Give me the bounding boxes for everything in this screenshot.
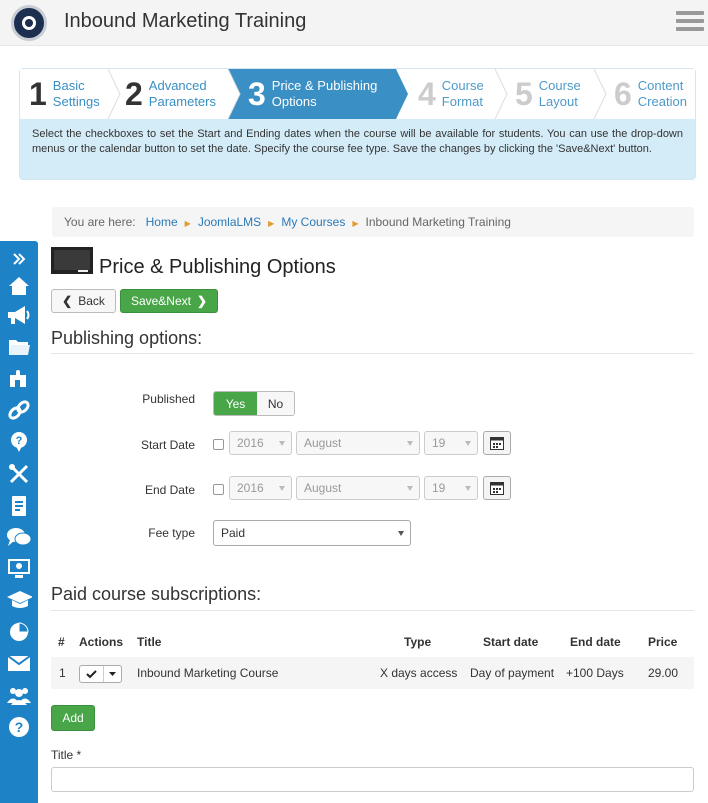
breadcrumb-arrow-icon: ▶ — [268, 219, 275, 228]
help-bubble-icon[interactable]: ? — [6, 430, 32, 454]
monitor-icon[interactable] — [6, 557, 32, 581]
breadcrumb-joomlalms[interactable]: JoomlaLMS — [198, 215, 261, 229]
col-title: Title — [137, 635, 162, 649]
start-date-checkbox[interactable] — [213, 439, 224, 450]
start-month-select[interactable]: August — [296, 431, 420, 455]
col-price: Price — [648, 635, 678, 649]
breadcrumb-arrow-icon: ▶ — [352, 219, 359, 228]
wizard-panel: 1 Basic Settings 2 Advanced Parameters 3 P… — [19, 68, 696, 180]
breadcrumb-arrow-icon: ▶ — [184, 219, 191, 228]
title-field-label: Title * — [51, 748, 82, 762]
title-input[interactable] — [51, 767, 694, 792]
breadcrumb-home[interactable]: Home — [146, 215, 178, 229]
link-icon[interactable] — [6, 398, 32, 422]
published-label: Published — [142, 392, 195, 406]
pie-chart-icon[interactable] — [6, 620, 32, 644]
row-price: 29.00 — [648, 666, 679, 680]
end-year-select[interactable]: 2016 — [229, 476, 292, 500]
calendar-icon — [490, 436, 504, 450]
col-start-date: Start date — [483, 635, 539, 649]
chevron-left-icon: ❮ — [62, 294, 73, 308]
start-calendar-button[interactable] — [483, 431, 511, 455]
document-icon[interactable] — [6, 494, 32, 518]
folder-icon[interactable] — [6, 335, 32, 359]
question-icon[interactable]: ? — [6, 715, 32, 739]
fee-type-label: Fee type — [148, 526, 195, 540]
start-date-label: Start Date — [140, 438, 195, 452]
row-end: +100 Days — [566, 666, 624, 680]
megaphone-icon[interactable] — [6, 303, 32, 327]
end-month-select[interactable]: August — [296, 476, 420, 500]
breadcrumb: You are here: Home ▶ JoomlaLMS ▶ My Courses ▶… — [52, 207, 694, 237]
wizard-separators — [107, 69, 607, 119]
publishing-section-title: Publishing options: — [51, 328, 203, 348]
chevron-right-icon: ❯ — [196, 294, 208, 308]
col-type: Type — [404, 635, 432, 649]
published-no-button[interactable]: No — [257, 392, 294, 415]
caret-down-icon[interactable] — [104, 666, 121, 682]
row-actions-button[interactable] — [79, 665, 122, 683]
wizard-steps: 1 Basic Settings 2 Advanced Parameters 3 P… — [20, 69, 695, 119]
svg-text:?: ? — [15, 719, 24, 735]
save-next-button[interactable]: Save&Next ❯ — [120, 289, 218, 313]
breadcrumb-my-courses[interactable]: My Courses — [281, 215, 345, 229]
blackboard-icon — [51, 247, 93, 275]
app-header: Inbound Marketing Training — [0, 0, 708, 46]
row-title: Inbound Marketing Course — [137, 666, 279, 680]
app-title: Inbound Marketing Training — [64, 10, 307, 32]
svg-text:?: ? — [16, 435, 23, 447]
breadcrumb-prefix: You are here: — [64, 215, 136, 229]
graduation-cap-icon[interactable] — [6, 588, 32, 612]
col-num: # — [58, 635, 65, 649]
end-day-select[interactable]: 19 — [424, 476, 478, 500]
calendar-icon — [490, 481, 504, 495]
col-actions: Actions — [79, 635, 124, 649]
end-calendar-button[interactable] — [483, 476, 511, 500]
users-icon[interactable] — [6, 683, 32, 707]
end-date-label: End Date — [144, 483, 195, 497]
row-start: Day of payment — [470, 666, 555, 680]
tools-icon[interactable] — [6, 462, 32, 486]
divider — [51, 610, 694, 611]
published-yes-button[interactable]: Yes — [214, 392, 257, 415]
breadcrumb-current: Inbound Marketing Training — [365, 215, 511, 229]
chat-icon[interactable] — [6, 525, 32, 549]
home-icon[interactable] — [6, 274, 32, 298]
row-type: X days access — [380, 666, 458, 680]
logo-icon[interactable] — [11, 5, 47, 41]
page-title: Price & Publishing Options — [99, 256, 336, 278]
puzzle-icon[interactable] — [6, 367, 32, 391]
expand-icon[interactable] — [6, 247, 32, 271]
mail-icon[interactable] — [6, 651, 32, 675]
check-icon[interactable] — [80, 666, 104, 682]
sidebar: ? ? — [0, 241, 38, 803]
subscriptions-section-title: Paid course subscriptions: — [51, 584, 262, 604]
end-date-checkbox[interactable] — [213, 484, 224, 495]
col-end-date: End date — [570, 635, 621, 649]
start-day-select[interactable]: 19 — [424, 431, 478, 455]
row-num: 1 — [59, 666, 66, 680]
divider — [51, 353, 694, 354]
published-toggle[interactable]: Yes No — [213, 391, 295, 416]
add-button[interactable]: Add — [51, 705, 95, 731]
hamburger-icon[interactable] — [676, 11, 704, 33]
start-year-select[interactable]: 2016 — [229, 431, 292, 455]
back-button[interactable]: ❮ Back — [51, 289, 116, 313]
wizard-description: Select the checkboxes to set the Start a… — [20, 119, 695, 179]
fee-type-select[interactable]: Paid — [213, 520, 411, 546]
